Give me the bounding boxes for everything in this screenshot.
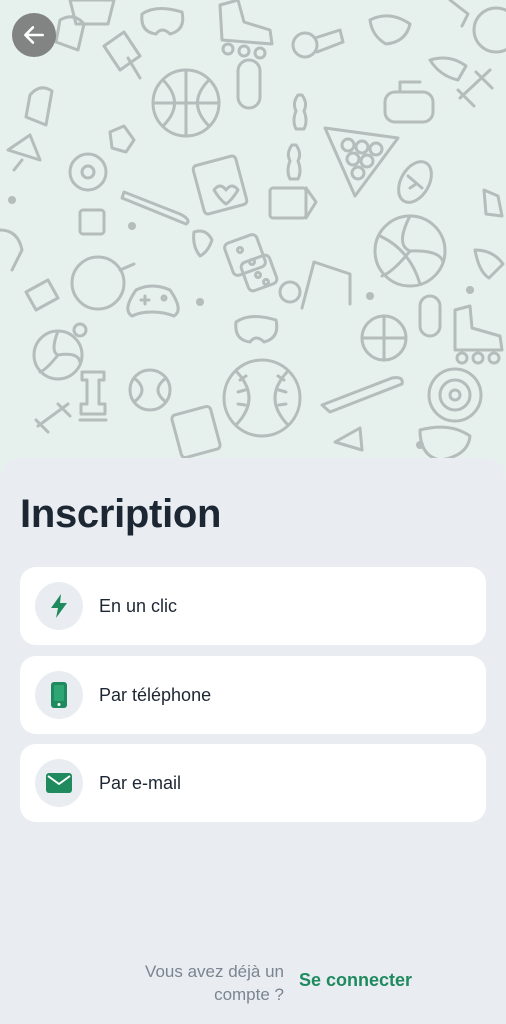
cards-icon	[170, 154, 249, 460]
billiards-icon	[323, 126, 400, 198]
option-label: En un clic	[99, 595, 178, 616]
login-link[interactable]: Se connecter	[299, 970, 412, 991]
phone-icon	[51, 682, 67, 708]
bowling-icon	[286, 93, 308, 181]
lightning-icon	[51, 594, 67, 618]
option-label: Par téléphone	[99, 684, 212, 705]
sports-pattern	[0, 0, 506, 462]
arrow-left-icon	[24, 26, 44, 44]
skateboard-icon	[236, 58, 442, 338]
page-title: Inscription	[20, 492, 222, 536]
signup-one-click-button[interactable]: En un clic	[20, 567, 486, 645]
signup-sheet	[0, 458, 506, 1024]
target-icon	[427, 367, 483, 423]
option-icon-circle	[35, 582, 83, 630]
shuttlecock-icon	[6, 133, 364, 452]
volleyball-icon	[373, 214, 447, 288]
option-icon-circle	[35, 671, 83, 719]
baseball-icon	[222, 358, 302, 438]
ping-pong-icon	[70, 255, 136, 338]
option-label: Par e-mail	[99, 772, 182, 793]
basketball-icon	[151, 68, 221, 138]
gamepad-icon	[126, 284, 180, 318]
rollerskate-icon	[453, 304, 504, 365]
chess-icon	[78, 370, 108, 422]
login-question: Vous avez déjà un compte ?	[145, 962, 284, 1004]
signup-phone-button[interactable]: Par téléphone	[20, 656, 486, 734]
signup-email-button[interactable]: Par e-mail	[20, 744, 486, 822]
sports-pattern-banner	[0, 0, 506, 480]
back-button[interactable]	[12, 13, 56, 57]
whistle-icon	[291, 28, 345, 59]
tennis-icon	[128, 368, 172, 412]
envelope-icon	[46, 773, 72, 793]
dice-icon	[223, 233, 279, 293]
option-icon-circle	[35, 759, 83, 807]
